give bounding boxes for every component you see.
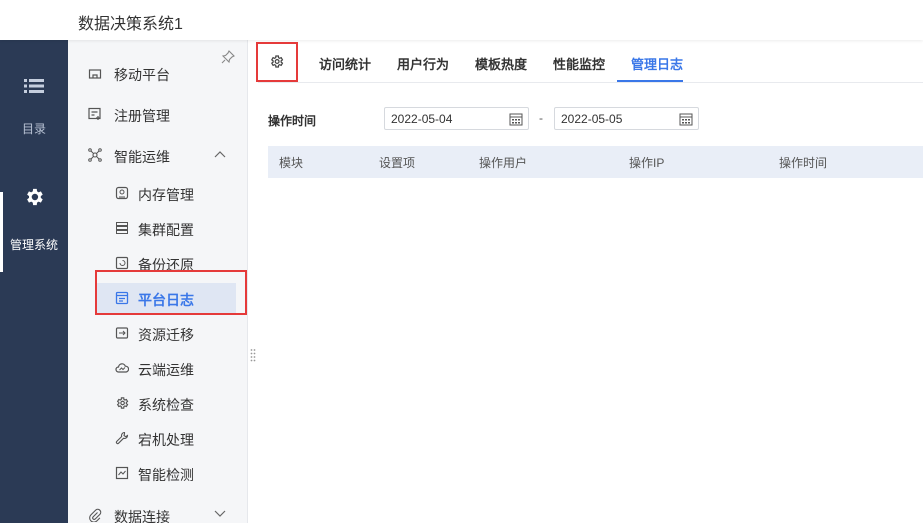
link-icon (89, 508, 102, 522)
column-header-user: 操作用户 (479, 156, 528, 170)
column-header-time: 操作时间 (779, 156, 828, 170)
sidebar-item-memory[interactable]: 内存管理 (68, 178, 247, 208)
sidebar-item-smart-ops[interactable]: 智能运维 (68, 140, 247, 170)
calendar-icon[interactable] (509, 112, 523, 126)
sidebar-item-label: 内存管理 (138, 187, 194, 203)
sidebar-item-cluster[interactable]: 集群配置 (68, 213, 247, 243)
sidebar-item-smart-detect[interactable]: 智能检测 (68, 458, 247, 488)
left-nav: 目录 管理系统 (0, 40, 68, 523)
tab-settings[interactable] (258, 40, 296, 83)
filter-label: 操作时间 (268, 114, 317, 128)
gear-icon (27, 188, 43, 206)
sidebar-item-label: 智能检测 (138, 467, 194, 483)
sidebar-item-data-connection[interactable]: 数据连接 (68, 500, 247, 523)
sidebar-item-mobile-platform[interactable]: 移动平台 (68, 58, 247, 88)
wrench-icon (115, 431, 129, 445)
tab-active-indicator (617, 80, 683, 82)
column-header-ip: 操作IP (629, 156, 665, 170)
column-header-module: 模块 (279, 156, 304, 170)
end-date-input[interactable]: 2022-05-05 (554, 107, 699, 130)
sidebar-item-label: 数据连接 (114, 509, 170, 523)
sidebar-item-registration[interactable]: 注册管理 (68, 99, 247, 129)
sidebar-item-label: 系统检查 (138, 397, 194, 413)
backup-icon (115, 256, 129, 270)
calendar-icon[interactable] (679, 112, 693, 126)
sidebar-item-backup[interactable]: 备份还原 (68, 248, 247, 278)
chevron-down-icon (214, 510, 226, 517)
sidebar-item-label: 注册管理 (114, 108, 170, 124)
sidebar-item-system-check[interactable]: 系统检查 (68, 388, 247, 418)
ops-icon (88, 148, 102, 162)
sidebar-item-label: 智能运维 (114, 149, 170, 165)
list-icon (24, 79, 44, 93)
left-nav-system-label: 管理系统 (9, 238, 58, 252)
tab-bar: 访问统计 用户行为 模板热度 性能监控 管理日志 (258, 40, 923, 83)
resize-handle[interactable] (250, 348, 256, 362)
tab-visit-stats[interactable]: 访问统计 (319, 54, 371, 73)
migrate-icon (115, 327, 129, 339)
mobile-icon (88, 69, 102, 79)
sidebar-item-label: 移动平台 (114, 67, 170, 83)
app-title: 数据决策系统1 (78, 16, 183, 33)
register-icon (88, 107, 101, 120)
sidebar-item-platform-log[interactable]: 平台日志 (96, 283, 236, 313)
main-content: 访问统计 用户行为 模板热度 性能监控 管理日志 操作时间 2022-05-04… (258, 40, 923, 523)
sidebar-item-cloud-ops[interactable]: 云端运维 (68, 353, 247, 383)
sidebar: 移动平台 注册管理 智能运维 内存管理 集群配置 备份还原 平台日志 资源迁移 … (68, 40, 248, 523)
sidebar-item-label: 资源迁移 (138, 327, 194, 343)
table-header: 模块 设置项 操作用户 操作IP 操作时间 (268, 146, 923, 178)
tab-template-heat[interactable]: 模板热度 (475, 54, 527, 73)
cloud-icon (115, 363, 129, 373)
sidebar-item-label: 集群配置 (138, 222, 194, 238)
tab-user-behavior[interactable]: 用户行为 (397, 54, 449, 73)
left-nav-catalog-label: 目录 (21, 122, 46, 136)
check-icon (116, 397, 129, 409)
tab-admin-log[interactable]: 管理日志 (631, 54, 683, 73)
start-date-input[interactable]: 2022-05-04 (384, 107, 529, 130)
sidebar-item-downtime[interactable]: 宕机处理 (68, 423, 247, 453)
sidebar-item-label: 宕机处理 (138, 432, 194, 448)
log-icon (115, 291, 129, 305)
left-nav-catalog[interactable]: 目录 (0, 78, 68, 137)
cluster-icon (116, 222, 128, 234)
monitor-icon (115, 466, 129, 480)
top-bar: 数据决策系统1 (0, 0, 923, 40)
end-date-value: 2022-05-05 (561, 112, 623, 126)
start-date-value: 2022-05-04 (391, 112, 453, 126)
chevron-up-icon (214, 151, 226, 158)
sidebar-item-label: 云端运维 (138, 362, 194, 378)
sidebar-item-migration[interactable]: 资源迁移 (68, 318, 247, 348)
column-header-setting: 设置项 (379, 156, 416, 170)
left-nav-system[interactable]: 管理系统 (0, 186, 68, 253)
gear-icon (270, 55, 284, 68)
tab-performance[interactable]: 性能监控 (553, 54, 605, 73)
date-separator: - (539, 111, 543, 125)
sidebar-item-label: 备份还原 (138, 257, 194, 273)
sidebar-item-label: 平台日志 (138, 292, 194, 308)
memory-icon (115, 186, 129, 200)
